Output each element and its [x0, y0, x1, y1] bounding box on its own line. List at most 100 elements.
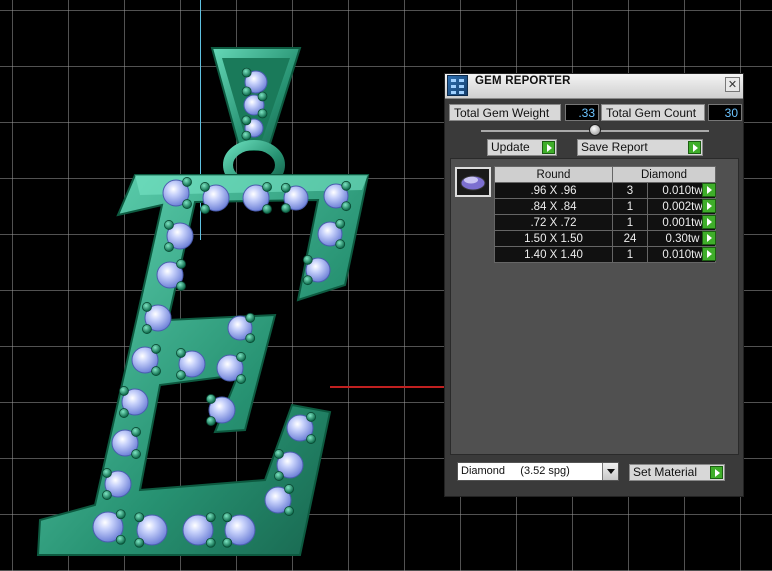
- gem-weight-cell: 0.30tw: [647, 230, 716, 247]
- prong: [245, 312, 256, 323]
- gem-size: 1.40 X 1.40: [494, 246, 613, 263]
- gem-count: 1: [612, 246, 648, 263]
- prong: [236, 374, 246, 384]
- prong: [222, 537, 233, 548]
- prong: [257, 108, 268, 119]
- prong: [115, 509, 126, 520]
- slider-handle[interactable]: [589, 124, 601, 136]
- prong: [274, 449, 284, 459]
- gem-thumbnail[interactable]: [455, 167, 491, 197]
- prong: [241, 67, 252, 78]
- prong: [164, 220, 174, 230]
- prong: [280, 182, 291, 193]
- gem-list-panel: Round Diamond .96 X .96 3 0.010tw .84 X .84…: [450, 158, 739, 455]
- gem-weight: 0.010tw: [662, 248, 703, 261]
- gem-weight: 0.001tw: [662, 216, 703, 229]
- prong: [176, 370, 186, 380]
- prong: [151, 366, 161, 376]
- gem-table: Round Diamond .96 X .96 3 0.010tw .84 X .84…: [494, 166, 716, 263]
- totals-row: Total Gem Weight .33 Total Gem Count 30: [449, 104, 742, 121]
- save-report-button[interactable]: Save Report: [577, 139, 703, 156]
- prong: [182, 199, 192, 209]
- material-select[interactable]: Diamond (3.52 spg): [457, 462, 619, 481]
- table-row[interactable]: .72 X .72 1 0.001tw: [494, 214, 716, 231]
- gem-size: .84 X .84: [494, 198, 613, 215]
- prong: [341, 180, 352, 191]
- table-row[interactable]: 1.50 X 1.50 24 0.30tw: [494, 230, 716, 247]
- letter-e-pendant-model[interactable]: [0, 0, 460, 571]
- chevron-down-icon[interactable]: [602, 463, 618, 480]
- prong: [236, 352, 246, 362]
- total-gem-weight-value: .33: [565, 104, 599, 121]
- gem-weight-cell: 0.010tw: [647, 246, 716, 263]
- prong: [306, 434, 316, 444]
- prong: [151, 344, 161, 354]
- prong: [115, 534, 126, 545]
- material-selected-value: Diamond (3.52 spg): [461, 465, 570, 477]
- gem-weight: 0.002tw: [662, 200, 703, 213]
- prong: [302, 254, 313, 265]
- table-header-row: Round Diamond: [494, 166, 716, 183]
- green-arrow-icon: [710, 466, 723, 479]
- prong: [176, 281, 186, 291]
- prong: [341, 201, 352, 212]
- gem-count: 1: [612, 198, 648, 215]
- prong: [306, 412, 316, 422]
- prong: [134, 537, 145, 548]
- window-title: GEM REPORTER: [475, 75, 571, 87]
- green-arrow-icon: [542, 141, 555, 154]
- prong: [119, 408, 129, 418]
- prong: [206, 416, 216, 426]
- prong: [142, 324, 152, 334]
- update-button[interactable]: Update: [487, 139, 557, 156]
- green-arrow-icon[interactable]: [702, 231, 716, 245]
- green-arrow-icon[interactable]: [702, 183, 716, 197]
- gem-weight-cell: 0.002tw: [647, 198, 716, 215]
- gem-size: 1.50 X 1.50: [494, 230, 613, 247]
- prong: [119, 386, 129, 396]
- prong: [280, 203, 291, 214]
- gem-count: 24: [612, 230, 648, 247]
- green-arrow-icon[interactable]: [702, 247, 716, 261]
- prong: [257, 91, 268, 102]
- title-bar[interactable]: GEM REPORTER ✕: [445, 74, 743, 99]
- prong: [200, 182, 210, 192]
- prong: [302, 275, 313, 286]
- prong: [131, 427, 141, 437]
- close-icon[interactable]: ✕: [725, 77, 740, 92]
- gem-size: .72 X .72: [494, 214, 613, 231]
- prong: [245, 333, 256, 344]
- prong: [284, 484, 294, 494]
- total-gem-count-value: 30: [708, 104, 742, 121]
- save-report-button-label: Save Report: [581, 140, 648, 154]
- green-arrow-icon[interactable]: [702, 215, 716, 229]
- set-material-button-label: Set Material: [633, 465, 698, 479]
- set-material-button[interactable]: Set Material: [629, 464, 725, 481]
- gem-reporter-window[interactable]: GEM REPORTER ✕ Total Gem Weight .33 Tota…: [444, 73, 744, 497]
- table-row[interactable]: .96 X .96 3 0.010tw: [494, 182, 716, 199]
- prong: [274, 471, 284, 481]
- update-button-label: Update: [491, 140, 530, 154]
- prong: [262, 204, 272, 214]
- prong: [284, 506, 294, 516]
- prong: [142, 302, 152, 312]
- gem-reporter-app-icon: [447, 75, 468, 96]
- green-arrow-icon: [688, 141, 701, 154]
- gem-count: 3: [612, 182, 648, 199]
- gem-size: .96 X .96: [494, 182, 613, 199]
- prong: [205, 512, 216, 523]
- gem-weight: 0.010tw: [662, 184, 703, 197]
- prong: [335, 218, 346, 229]
- prong: [134, 512, 145, 523]
- table-row[interactable]: .84 X .84 1 0.002tw: [494, 198, 716, 215]
- prong: [222, 512, 233, 523]
- prong: [102, 490, 112, 500]
- prong: [182, 177, 192, 187]
- prong: [205, 537, 216, 548]
- prong: [102, 468, 112, 478]
- total-gem-count-label: Total Gem Count: [601, 104, 705, 121]
- gem-count: 1: [612, 214, 648, 231]
- green-arrow-icon[interactable]: [702, 199, 716, 213]
- table-row[interactable]: 1.40 X 1.40 1 0.010tw: [494, 246, 716, 263]
- round-gem-icon: [460, 175, 486, 191]
